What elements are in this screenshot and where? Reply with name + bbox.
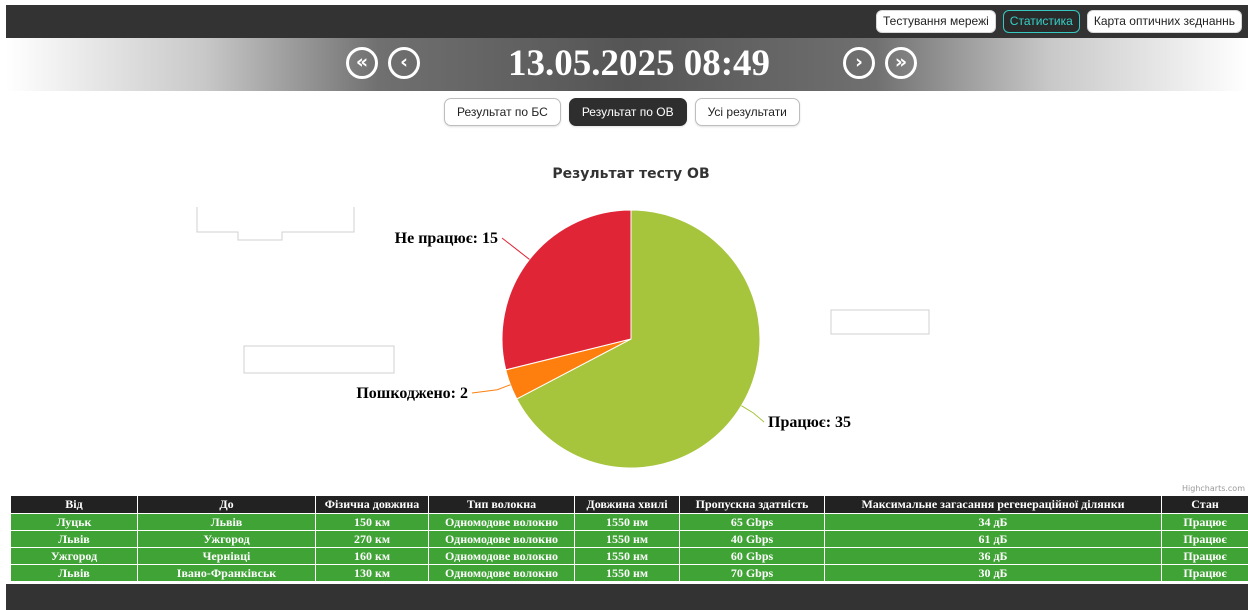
column-header[interactable]: До (137, 495, 316, 514)
pie-data-label: Пошкоджено: 2 (356, 385, 468, 402)
pie-chart: Працює: 35 Пошкоджено: 2 Не працює: 15 (196, 207, 930, 469)
cell-to: Ужгород (137, 530, 316, 548)
cell-to: Івано-Франківськ (137, 564, 316, 582)
cell-status: Працює (1161, 513, 1248, 531)
cell-fiber-type: Одномодове волокно (428, 547, 575, 565)
pie-data-label: Не працює: 15 (395, 230, 498, 247)
cell-bandwidth: 70 Gbps (679, 564, 825, 582)
cell-wavelength: 1550 нм (574, 513, 680, 531)
cell-from: Луцьк (10, 513, 138, 531)
cell-bandwidth: 65 Gbps (679, 513, 825, 531)
cell-attenuation: 34 дБ (824, 513, 1162, 531)
cell-to: Львів (137, 513, 316, 531)
fiber-results-table: Від До Фізична довжина Тип волокна Довжи… (10, 495, 1248, 582)
chart-placeholder-frame (196, 207, 355, 241)
chart-placeholder-box (243, 345, 395, 374)
cell-length: 160 км (315, 547, 429, 565)
cell-status: Працює (1161, 547, 1248, 565)
pie-connector (741, 405, 765, 423)
cell-wavelength: 1550 нм (574, 530, 680, 548)
table-row[interactable]: Луцьк Львів 150 км Одномодове волокно 15… (10, 513, 1248, 531)
cell-attenuation: 30 дБ (824, 564, 1162, 582)
chart-credits[interactable]: Highcharts.com (1182, 484, 1245, 493)
cell-from: Львів (10, 530, 138, 548)
cell-fiber-type: Одномодове волокно (428, 530, 575, 548)
column-header[interactable]: Довжина хвилі (574, 495, 680, 514)
table-header-row: Від До Фізична довжина Тип волокна Довжи… (10, 495, 1248, 514)
cell-length: 150 км (315, 513, 429, 531)
cell-attenuation: 36 дБ (824, 547, 1162, 565)
cell-wavelength: 1550 нм (574, 564, 680, 582)
cell-bandwidth: 60 Gbps (679, 547, 825, 565)
column-header[interactable]: Фізична довжина (315, 495, 429, 514)
table-row[interactable]: Ужгород Чернівці 160 км Одномодове волок… (10, 547, 1248, 565)
pie-connector (471, 384, 511, 394)
cell-length: 130 км (315, 564, 429, 582)
cell-bandwidth: 40 Gbps (679, 530, 825, 548)
pie-connector (501, 237, 530, 260)
cell-status: Працює (1161, 564, 1248, 582)
pie-data-label: Працює: 35 (768, 414, 851, 431)
cell-length: 270 км (315, 530, 429, 548)
cell-fiber-type: Одномодове волокно (428, 513, 575, 531)
cell-from: Ужгород (10, 547, 138, 565)
table-row[interactable]: Львів Ужгород 270 км Одномодове волокно … (10, 530, 1248, 548)
chart-placeholder-box (830, 309, 930, 335)
column-header[interactable]: Пропускна здатність (679, 495, 825, 514)
cell-fiber-type: Одномодове волокно (428, 564, 575, 582)
cell-status: Працює (1161, 530, 1248, 548)
column-header[interactable]: Максимальне загасання регенераційної діл… (824, 495, 1162, 514)
cell-attenuation: 61 дБ (824, 530, 1162, 548)
column-header[interactable]: Тип волокна (428, 495, 575, 514)
cell-to: Чернівці (137, 547, 316, 565)
cell-wavelength: 1550 нм (574, 547, 680, 565)
column-header[interactable]: Від (10, 495, 138, 514)
bottom-bar (6, 584, 1248, 610)
cell-from: Львів (10, 564, 138, 582)
table-row[interactable]: Львів Івано-Франківськ 130 км Одномодове… (10, 564, 1248, 582)
column-header[interactable]: Стан (1161, 495, 1248, 514)
